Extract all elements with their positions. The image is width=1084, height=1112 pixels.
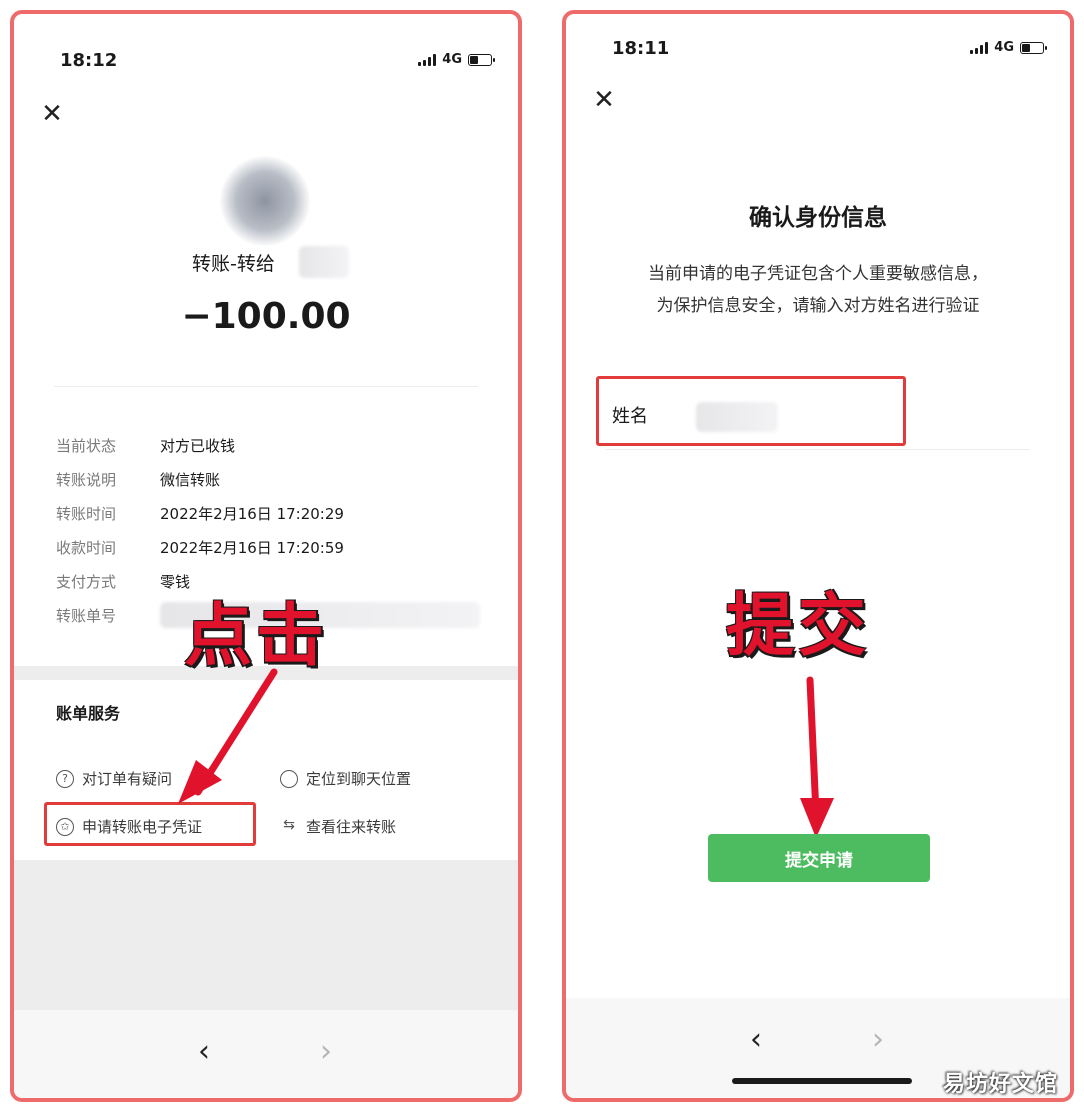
status-time: 18:12 xyxy=(60,50,118,71)
detail-value: 微信转账 xyxy=(160,470,221,489)
bill-services-title: 账单服务 xyxy=(56,704,121,723)
swap-icon: ⇆ xyxy=(283,816,295,833)
locate-chat-label: 定位到聊天位置 xyxy=(306,770,412,788)
close-button[interactable]: ✕ xyxy=(38,100,66,128)
status-time: 18:11 xyxy=(612,38,670,59)
detail-row-receive-time: 收款时间 2022年2月16日 17:20:59 xyxy=(56,530,498,564)
network-type: 4G xyxy=(994,40,1014,55)
transfer-detail-screen: 18:12 4G ✕ 转账-转给 −100.00 当前状态 对方已收钱 转账说明… xyxy=(10,10,522,1102)
status-bar: 18:11 4G xyxy=(566,14,1070,74)
forward-arrow-icon[interactable]: › xyxy=(320,1034,332,1069)
input-underline xyxy=(606,449,1030,450)
question-icon: ? xyxy=(56,769,74,788)
battery-icon xyxy=(1020,41,1047,54)
divider xyxy=(54,386,478,387)
detail-label: 支付方式 xyxy=(56,572,117,591)
signal-icon xyxy=(418,53,437,66)
back-arrow-icon[interactable]: ‹ xyxy=(750,1022,762,1057)
locate-chat-link[interactable]: 定位到聊天位置 xyxy=(280,768,411,789)
empty-area xyxy=(14,860,518,1010)
close-button[interactable]: ✕ xyxy=(590,86,618,114)
transfer-history-link[interactable]: ⇆ 查看往来转账 xyxy=(280,816,396,837)
network-type: 4G xyxy=(442,52,462,67)
detail-label: 转账说明 xyxy=(56,470,117,489)
status-bar: 18:12 4G xyxy=(14,14,518,74)
transfer-title: 转账-转给 xyxy=(192,246,349,278)
recipient-name-blurred xyxy=(298,246,349,278)
arrow-annotation-icon xyxy=(178,668,278,804)
detail-value: 2022年2月16日 17:20:29 xyxy=(160,504,344,523)
avatar xyxy=(220,156,310,246)
question-order-label: 对订单有疑问 xyxy=(82,770,173,788)
home-indicator[interactable] xyxy=(732,1078,912,1084)
confirm-identity-title: 确认身份信息 xyxy=(749,205,887,231)
submit-application-button[interactable]: 提交申请 xyxy=(708,834,930,882)
detail-row-status: 当前状态 对方已收钱 xyxy=(56,428,498,462)
status-indicators: 4G xyxy=(418,52,495,67)
detail-label: 当前状态 xyxy=(56,436,117,455)
detail-row-transfer-time: 转账时间 2022年2月16日 17:20:29 xyxy=(56,496,498,530)
detail-label: 转账单号 xyxy=(56,606,117,625)
description-line-1: 当前申请的电子凭证包含个人重要敏感信息， xyxy=(648,264,988,284)
transfer-title-text: 转账-转给 xyxy=(192,252,275,275)
signal-icon xyxy=(970,41,989,54)
detail-row-note: 转账说明 微信转账 xyxy=(56,462,498,496)
transfer-amount: −100.00 xyxy=(181,296,351,337)
name-highlight-box xyxy=(596,376,906,446)
watermark: 易坊好文馆 xyxy=(942,1072,1058,1097)
arrow-annotation-icon xyxy=(800,676,834,838)
forward-arrow-icon[interactable]: › xyxy=(872,1022,884,1057)
question-order-link[interactable]: ? 对订单有疑问 xyxy=(56,768,172,789)
transfer-history-label: 查看往来转账 xyxy=(306,818,397,836)
detail-label: 转账时间 xyxy=(56,504,117,523)
detail-label: 收款时间 xyxy=(56,538,117,557)
status-indicators: 4G xyxy=(970,40,1047,55)
detail-value: 对方已收钱 xyxy=(160,436,236,455)
description-line-2: 为保护信息安全，请输入对方姓名进行验证 xyxy=(656,296,980,316)
back-arrow-icon[interactable]: ‹ xyxy=(198,1034,210,1069)
battery-icon xyxy=(468,53,495,66)
detail-value: 2022年2月16日 17:20:59 xyxy=(160,538,344,557)
submit-annotation: 提交 xyxy=(726,587,871,666)
navigation-bar: ‹ › xyxy=(14,1010,518,1098)
identity-confirm-screen: 18:11 4G ✕ 确认身份信息 当前申请的电子凭证包含个人重要敏感信息， 为… xyxy=(562,10,1074,1102)
confirm-description: 当前申请的电子凭证包含个人重要敏感信息， 为保护信息安全，请输入对方姓名进行验证 xyxy=(566,258,1070,322)
